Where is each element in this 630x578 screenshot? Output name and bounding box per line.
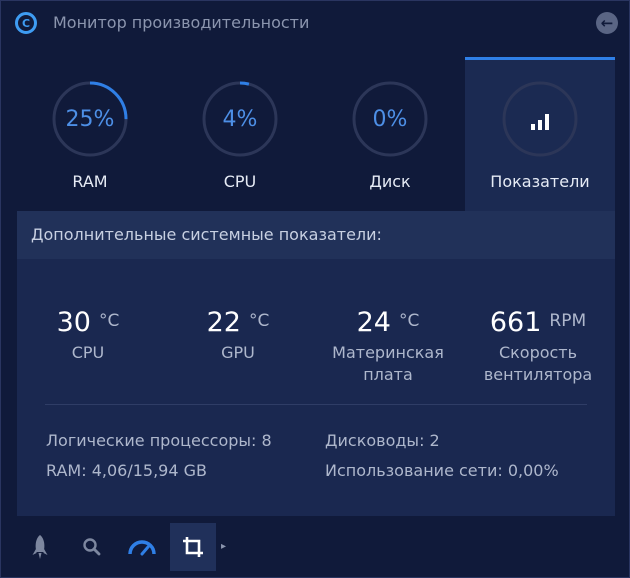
stat-label: Материнская [332, 343, 444, 362]
window-title: Монитор производительности [53, 13, 310, 32]
drives-info: Дисководы: 2 [325, 431, 440, 450]
stat-fan-speed: 661 RPM Скорость вентилятора [463, 307, 613, 386]
stat-label-line2: плата [363, 365, 413, 384]
stat-label: CPU [71, 343, 105, 362]
ram-gauge-value: 25% [65, 106, 115, 132]
crop-tool-button[interactable] [170, 523, 216, 571]
ram-gauge-label: RAM [72, 172, 108, 191]
network-usage-info: Использование сети: 0,00% [325, 461, 559, 480]
performance-button[interactable] [119, 523, 165, 571]
logical-processors-info: Логические процессоры: 8 [46, 431, 272, 450]
stat-unit: °C [248, 311, 270, 331]
cpu-gauge-value: 4% [222, 106, 258, 132]
divider [45, 404, 587, 405]
tab-ram[interactable]: 25% RAM [15, 57, 165, 211]
stat-cpu-temp: 30 °C CPU [13, 307, 163, 364]
stat-gpu-temp: 22 °C GPU [163, 307, 313, 364]
tab-indicators[interactable]: Показатели [465, 57, 615, 211]
performance-monitor-window: C Монитор производительности ← 25% RAM 4… [0, 0, 630, 578]
boost-button[interactable] [17, 523, 63, 571]
stat-label: GPU [221, 343, 255, 362]
search-button[interactable] [69, 523, 115, 571]
rocket-icon [32, 535, 48, 559]
gauge-tabs: 25% RAM 4% CPU 0% Диск Показатели [1, 57, 629, 211]
stat-value: 30 [56, 307, 91, 338]
stat-label: Скорость [498, 343, 578, 362]
indicators-tab-label: Показатели [490, 172, 590, 191]
stat-unit: °C [98, 311, 120, 331]
bottom-toolbar: ▸ [1, 523, 629, 575]
title-bar: C Монитор производительности ← [1, 1, 629, 45]
speedometer-icon [128, 540, 156, 556]
search-icon [83, 538, 101, 556]
bar-chart-icon [502, 81, 578, 157]
system-indicators-panel: Дополнительные системные показатели: 30 °… [17, 211, 615, 516]
chevron-right-icon[interactable]: ▸ [221, 541, 226, 552]
tab-disk[interactable]: 0% Диск [315, 57, 465, 211]
app-logo-icon: C [15, 12, 37, 34]
stat-unit: °C [398, 311, 420, 331]
arrow-left-icon: ← [600, 14, 614, 32]
stat-motherboard-temp: 24 °C Материнская плата [313, 307, 463, 386]
stat-value: 22 [206, 307, 241, 338]
cpu-gauge-label: CPU [223, 172, 257, 191]
ram-info: RAM: 4,06/15,94 GB [46, 461, 207, 480]
back-button[interactable]: ← [596, 12, 618, 34]
panel-header: Дополнительные системные показатели: [17, 211, 615, 259]
crop-icon [183, 537, 203, 557]
stat-unit: RPM [549, 311, 587, 331]
stat-value: 24 [356, 307, 391, 338]
disk-gauge-value: 0% [372, 106, 408, 132]
tab-cpu[interactable]: 4% CPU [165, 57, 315, 211]
stat-label-line2: вентилятора [483, 365, 593, 384]
disk-gauge-label: Диск [369, 172, 411, 191]
stat-value: 661 [489, 307, 542, 338]
